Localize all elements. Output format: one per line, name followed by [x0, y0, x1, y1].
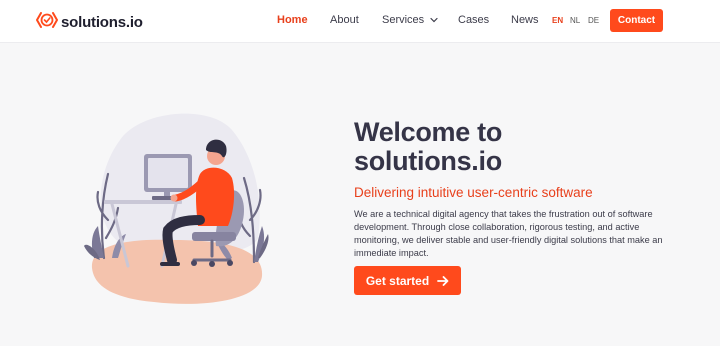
hero-title-line-2: solutions.io [354, 146, 502, 176]
arrow-right-icon [437, 275, 449, 286]
nav-item-services[interactable]: Services [382, 14, 438, 26]
site-header: solutions.io Home About Services Cases N… [0, 0, 720, 43]
nav-item-about[interactable]: About [330, 14, 359, 26]
contact-button[interactable]: Contact [610, 9, 663, 32]
chevron-down-icon [430, 14, 438, 26]
lang-en[interactable]: EN [552, 16, 563, 25]
person-at-desk-illustration [82, 108, 272, 313]
hero-title-line-1: Welcome to [354, 117, 503, 147]
get-started-label: Get started [365, 273, 430, 288]
hero-subtitle: Delivering intuitive user-centric softwa… [354, 185, 593, 200]
lang-de[interactable]: DE [588, 16, 599, 25]
hero-title: Welcome to solutions.io [354, 118, 694, 176]
nav-item-home[interactable]: Home [277, 14, 308, 26]
hero-content: Welcome to solutions.io Delivering intui… [354, 118, 694, 260]
logo-text: solutions.io [61, 14, 143, 31]
nav-item-cases[interactable]: Cases [458, 14, 489, 26]
nav-item-services-label: Services [382, 14, 425, 26]
logo-mark-icon [36, 10, 58, 35]
lang-nl[interactable]: NL [570, 16, 580, 25]
hero-description: We are a technical digital agency that t… [354, 209, 663, 258]
get-started-button[interactable]: Get started [354, 266, 461, 295]
nav-item-news[interactable]: News [511, 14, 539, 26]
logo[interactable]: solutions.io [36, 10, 143, 35]
